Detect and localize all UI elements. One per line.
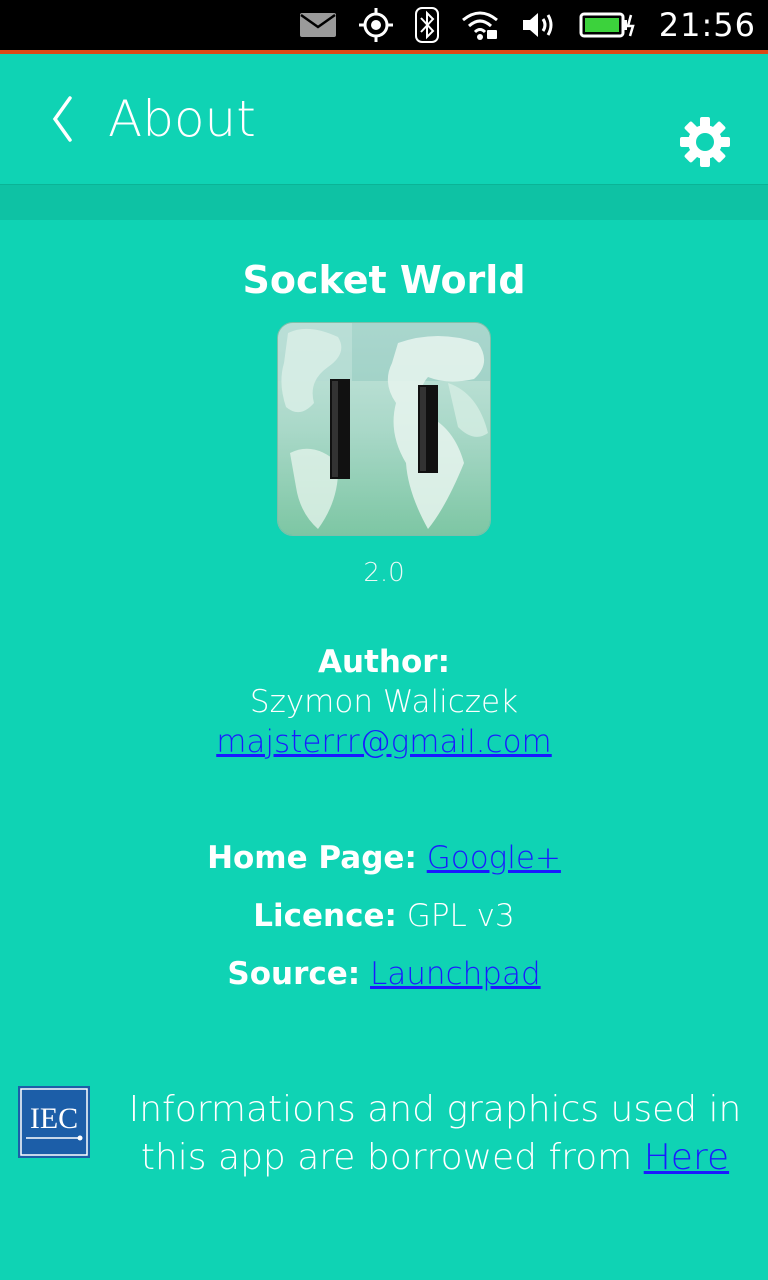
mail-icon: [299, 12, 337, 38]
home-page-label: Home Page:: [207, 840, 417, 876]
volume-icon: [521, 11, 557, 39]
socket-world-app-icon: [277, 322, 491, 536]
page-title: About: [108, 90, 256, 148]
header-divider: [0, 184, 768, 220]
location-icon: [358, 8, 393, 42]
author-name: Szymon Waliczek: [249, 684, 519, 720]
iec-logo: IEC: [18, 1086, 90, 1158]
author-email-row: majsterrr@gmail.com: [0, 724, 768, 760]
gear-icon: [676, 117, 734, 175]
status-bar: 21:56: [0, 0, 768, 54]
credits-text: Informations and graphics used in this a…: [110, 1086, 760, 1182]
credits-line-2-text: this app are borrowed from: [140, 1137, 633, 1178]
source-link[interactable]: Launchpad: [370, 956, 541, 992]
back-button[interactable]: [40, 86, 84, 156]
status-time: 21:56: [658, 6, 756, 44]
iec-logo-text: IEC: [30, 1102, 78, 1135]
wifi-icon: [461, 10, 499, 40]
app-name: Socket World: [242, 258, 526, 302]
home-page-link[interactable]: Google+: [427, 840, 561, 876]
home-page-row: Home Page: Google+: [0, 840, 768, 876]
licence-row: Licence: GPL v3: [0, 898, 768, 934]
bluetooth-icon: [414, 7, 439, 43]
source-label: Source:: [227, 956, 361, 992]
licence-label: Licence:: [253, 898, 397, 934]
app-version: 2.0: [363, 558, 405, 588]
source-row: Source: Launchpad: [0, 956, 768, 992]
settings-button[interactable]: [676, 113, 734, 171]
author-label: Author:: [318, 644, 450, 680]
credits-line-2: this app are borrowed from Here: [110, 1134, 760, 1182]
chevron-left-icon: [50, 96, 74, 146]
licence-value: GPL v3: [406, 898, 515, 934]
author-email-link[interactable]: majsterrr@gmail.com: [216, 724, 552, 760]
battery-charging-icon: [579, 11, 637, 39]
credits-line-1: Informations and graphics used in: [128, 1089, 742, 1130]
credits-here-link[interactable]: Here: [644, 1137, 729, 1178]
page-header: About: [0, 58, 768, 184]
